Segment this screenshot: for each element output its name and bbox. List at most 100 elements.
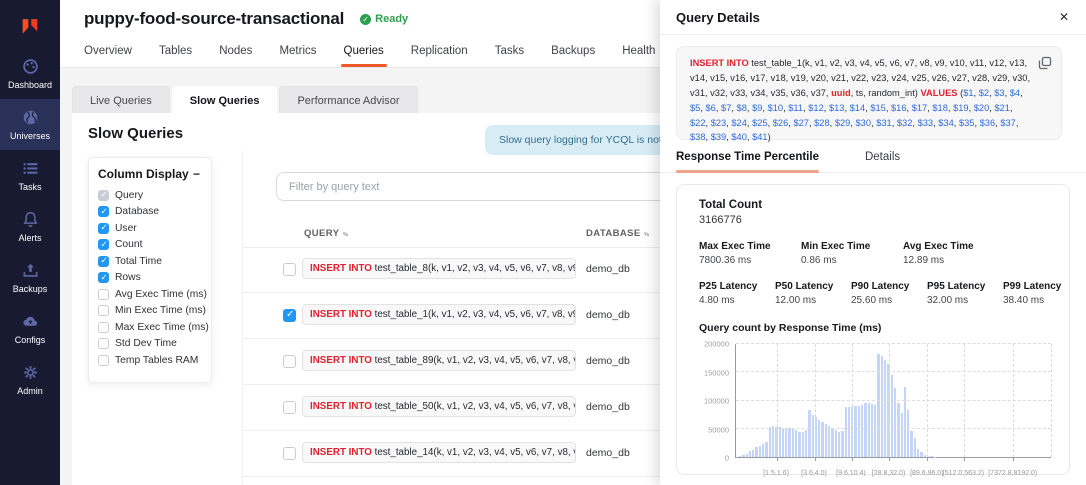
sql-param: $4: [1010, 88, 1020, 98]
admin-icon: [22, 364, 39, 381]
subtab-live-queries[interactable]: Live Queries: [72, 86, 170, 114]
histogram-bar: [825, 424, 827, 457]
sidebar-item-universes[interactable]: Universes: [0, 99, 60, 150]
checkbox[interactable]: [98, 190, 109, 201]
tab-tables[interactable]: Tables: [159, 38, 192, 67]
sidebar-item-configs[interactable]: Configs: [0, 303, 60, 354]
sql-param: $23: [711, 118, 727, 128]
column-option-total-time[interactable]: Total Time: [98, 253, 202, 270]
sql-param: $28: [814, 118, 830, 128]
tab-tasks[interactable]: Tasks: [495, 38, 524, 67]
checkbox[interactable]: [98, 239, 109, 250]
close-icon[interactable]: ✕: [1059, 10, 1069, 24]
tab-overview[interactable]: Overview: [84, 38, 132, 67]
query-cell[interactable]: INSERT INTO test_table_1(k, v1, v2, v3, …: [302, 304, 576, 325]
sidebar-item-backups[interactable]: Backups: [0, 252, 60, 303]
query-details-tabs: Response Time Percentile Details: [660, 151, 1086, 173]
x-axis-label: [1.5,1.6): [763, 470, 789, 477]
checkbox[interactable]: [98, 289, 109, 300]
sql-param: $18: [932, 103, 948, 113]
stat-max-exec-time: Max Exec Time7800.36 ms: [699, 241, 787, 266]
row-checkbox[interactable]: [283, 447, 296, 460]
stat-value: 12.00 ms: [775, 295, 837, 306]
query-cell[interactable]: INSERT INTO test_table_14(k, v1, v2, v3,…: [302, 442, 576, 463]
stat-p50-latency: P50 Latency12.00 ms: [775, 281, 837, 306]
checkbox[interactable]: [98, 338, 109, 349]
column-option-std-dev-time[interactable]: Std Dev Time: [98, 336, 202, 353]
tab-queries[interactable]: Queries: [344, 38, 384, 67]
checkbox[interactable]: [98, 256, 109, 267]
row-checkbox[interactable]: [283, 355, 296, 368]
histogram-bar: [884, 360, 886, 457]
collapse-icon[interactable]: −: [193, 167, 202, 181]
subtab-slow-queries[interactable]: Slow Queries: [172, 86, 278, 114]
sidebar-item-admin[interactable]: Admin: [0, 354, 60, 405]
checkbox[interactable]: [98, 305, 109, 316]
column-option-label: Total Time: [115, 256, 162, 267]
sql-param: $38: [690, 132, 706, 142]
checkbox[interactable]: [98, 355, 109, 366]
column-option-query[interactable]: Query: [98, 187, 202, 204]
dashboard-icon: [22, 58, 39, 75]
universes-icon: [22, 109, 39, 126]
copy-icon[interactable]: [1038, 56, 1052, 70]
sql-keyword: INSERT INTO: [310, 263, 372, 274]
query-cell[interactable]: INSERT INTO test_table_50(k, v1, v2, v3,…: [302, 396, 576, 417]
column-header-query[interactable]: QUERY▾▴: [304, 228, 347, 239]
query-cell[interactable]: INSERT INTO test_table_89(k, v1, v2, v3,…: [302, 350, 576, 371]
column-option-count[interactable]: Count: [98, 237, 202, 254]
histogram-bar: [746, 454, 748, 457]
column-option-max-exec-time-ms[interactable]: Max Exec Time (ms): [98, 319, 202, 336]
histogram-bar: [795, 430, 797, 457]
gridline: [736, 428, 1051, 429]
tab-nodes[interactable]: Nodes: [219, 38, 252, 67]
row-checkbox[interactable]: [283, 263, 296, 276]
column-option-user[interactable]: User: [98, 220, 202, 237]
status-label: Ready: [375, 13, 408, 25]
tab-details[interactable]: Details: [865, 151, 900, 172]
column-option-rows[interactable]: Rows: [98, 270, 202, 287]
histogram-bar: [779, 427, 781, 457]
sql-text-part: ,: [1020, 88, 1023, 98]
checkbox[interactable]: [98, 223, 109, 234]
checkbox[interactable]: [98, 322, 109, 333]
tab-backups[interactable]: Backups: [551, 38, 595, 67]
histogram-bar: [861, 405, 863, 457]
tab-replication[interactable]: Replication: [411, 38, 468, 67]
filter-input[interactable]: [276, 172, 668, 201]
tab-metrics[interactable]: Metrics: [279, 38, 316, 67]
sort-icon[interactable]: ▾▴: [644, 231, 649, 238]
gridline: [815, 344, 816, 457]
column-option-label: Temp Tables RAM: [115, 355, 198, 366]
x-axis-label: [28.8,32.0): [872, 470, 905, 477]
sidebar-item-alerts[interactable]: Alerts: [0, 201, 60, 252]
subtab-performance-advisor[interactable]: Performance Advisor: [279, 86, 417, 114]
sort-icon[interactable]: ▾▴: [342, 231, 347, 238]
column-display-title: Column Display: [98, 167, 189, 181]
tab-response-time-percentile[interactable]: Response Time Percentile: [676, 151, 819, 172]
sidebar-item-tasks[interactable]: Tasks: [0, 150, 60, 201]
column-option-avg-exec-time-ms[interactable]: Avg Exec Time (ms): [98, 286, 202, 303]
column-header-database[interactable]: DATABASE▾▴: [586, 228, 649, 239]
column-option-label: User: [115, 223, 137, 234]
column-option-label: Max Exec Time (ms): [115, 322, 209, 333]
sql-param: $41: [752, 132, 768, 142]
column-option-temp-tables-ram[interactable]: Temp Tables RAM: [98, 352, 202, 369]
checkbox[interactable]: [98, 206, 109, 217]
column-option-min-exec-time-ms[interactable]: Min Exec Time (ms): [98, 303, 202, 320]
sql-param: $3: [994, 88, 1004, 98]
stat-value: 25.60 ms: [851, 295, 913, 306]
x-axis-label: [9.6,10.4): [836, 470, 866, 477]
yugabyte-logo-icon[interactable]: [0, 0, 60, 48]
database-cell: demo_db: [586, 355, 630, 367]
sql-param: $13: [829, 103, 845, 113]
row-checkbox[interactable]: [283, 309, 296, 322]
column-option-database[interactable]: Database: [98, 204, 202, 221]
query-cell[interactable]: INSERT INTO test_table_8(k, v1, v2, v3, …: [302, 258, 576, 279]
row-checkbox[interactable]: [283, 401, 296, 414]
tab-health[interactable]: Health: [622, 38, 655, 67]
histogram-bar: [904, 387, 906, 457]
sidebar-item-dashboard[interactable]: Dashboard: [0, 48, 60, 99]
checkbox[interactable]: [98, 272, 109, 283]
column-option-label: Min Exec Time (ms): [115, 305, 206, 316]
